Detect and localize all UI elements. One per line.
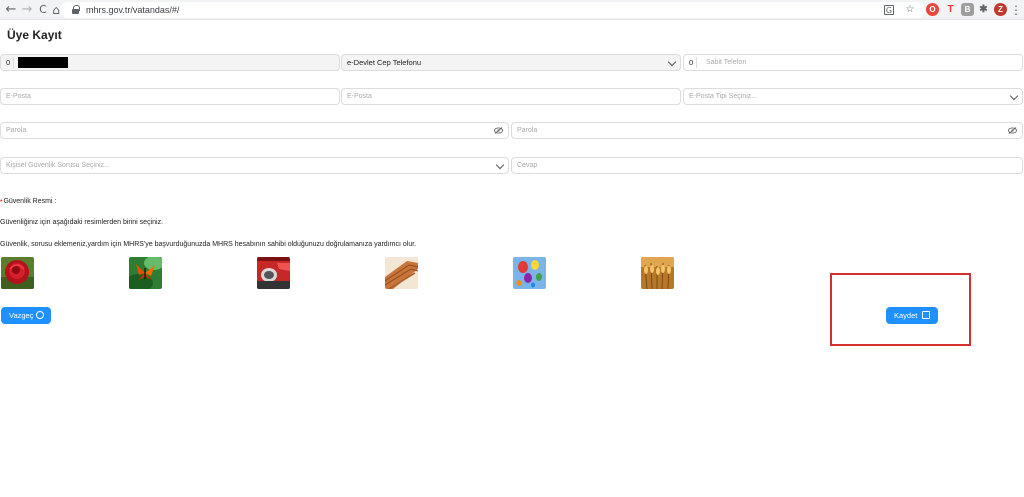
landline-prefix: 0 [689, 58, 694, 67]
security-image-label-text: Güvenlik Resmi : [3, 198, 57, 205]
password-field[interactable]: Parola [0, 122, 509, 139]
answer-placeholder: Cevap [517, 162, 538, 169]
security-instruction: Güvenliğiniz için aşağıdaki resimlerden … [0, 219, 164, 226]
cancel-button[interactable]: Vazgeç [1, 307, 51, 324]
field-divider [13, 57, 14, 68]
translate-icon[interactable]: G [884, 5, 894, 15]
url-text: mhrs.gov.tr/vatandas/#/ [86, 5, 180, 15]
phone-prefix: 0 [6, 58, 11, 67]
address-bar[interactable]: mhrs.gov.tr/vatandas/#/ G ☆ [60, 2, 925, 18]
password-confirm-field[interactable]: Parola [511, 122, 1023, 139]
email-confirm-field[interactable]: E-Posta [341, 88, 681, 105]
red-car-image[interactable] [257, 257, 290, 289]
chevron-down-icon [1009, 91, 1019, 101]
redacted-phone-number [18, 57, 68, 68]
extension-t-icon[interactable]: T [944, 3, 957, 16]
chevron-down-icon [495, 160, 505, 170]
menu-icon[interactable]: ⋮ [1008, 2, 1024, 18]
email-type-placeholder: E-Posta Tipi Seçiniz... [689, 93, 758, 100]
lock-icon [72, 5, 80, 14]
email-confirm-placeholder: E-Posta [347, 93, 372, 100]
chevron-down-icon [667, 57, 677, 67]
password-placeholder: Parola [6, 127, 27, 134]
profile-avatar[interactable]: Z [994, 3, 1007, 16]
security-image-label: •Güvenlik Resmi : [0, 197, 56, 206]
wood-planks-image[interactable] [385, 257, 418, 289]
opera-extension-icon[interactable]: O [926, 3, 939, 16]
phone-type-value: e-Devlet Cep Telefonu [347, 58, 422, 67]
answer-field[interactable]: Cevap [511, 157, 1023, 174]
puzzle-icon[interactable]: ✱ [977, 3, 990, 16]
password-confirm-placeholder: Parola [517, 127, 538, 134]
mobile-phone-field[interactable]: 0 [0, 54, 340, 71]
email-field[interactable]: E-Posta [0, 88, 340, 105]
wheat-image[interactable] [641, 257, 674, 289]
highlight-box [830, 273, 971, 346]
page-title: Üye Kayıt [7, 28, 62, 42]
email-type-select[interactable]: E-Posta Tipi Seçiniz... [683, 88, 1023, 105]
field-divider [696, 57, 697, 68]
email-placeholder: E-Posta [6, 93, 31, 100]
butterfly-image[interactable] [129, 257, 162, 289]
landline-placeholder: Sabit Telefon [706, 59, 747, 66]
landline-field[interactable]: 0 Sabit Telefon [683, 54, 1023, 71]
forward-icon[interactable]: → [19, 2, 35, 18]
rose-image[interactable] [1, 257, 34, 289]
info-icon [36, 311, 44, 319]
eye-slash-icon[interactable] [1008, 127, 1017, 134]
browser-toolbar: ← → C ⌂ mhrs.gov.tr/vatandas/#/ G ☆ O T … [0, 0, 1024, 20]
security-question-placeholder: Kişisel Güvenlik Sorusu Seçiniz... [6, 162, 110, 169]
security-question-select[interactable]: Kişisel Güvenlik Sorusu Seçiniz... [0, 157, 509, 174]
hot-air-balloons-image[interactable] [513, 257, 546, 289]
cancel-button-label: Vazgeç [9, 311, 34, 320]
security-note: Güvenlik, sorusu eklemeniz,yardım için M… [0, 241, 417, 248]
extension-square-icon[interactable]: B [961, 3, 974, 16]
eye-slash-icon[interactable] [494, 127, 503, 134]
back-icon[interactable]: ← [3, 2, 19, 18]
star-icon[interactable]: ☆ [903, 3, 917, 17]
phone-type-select[interactable]: e-Devlet Cep Telefonu [341, 54, 681, 71]
